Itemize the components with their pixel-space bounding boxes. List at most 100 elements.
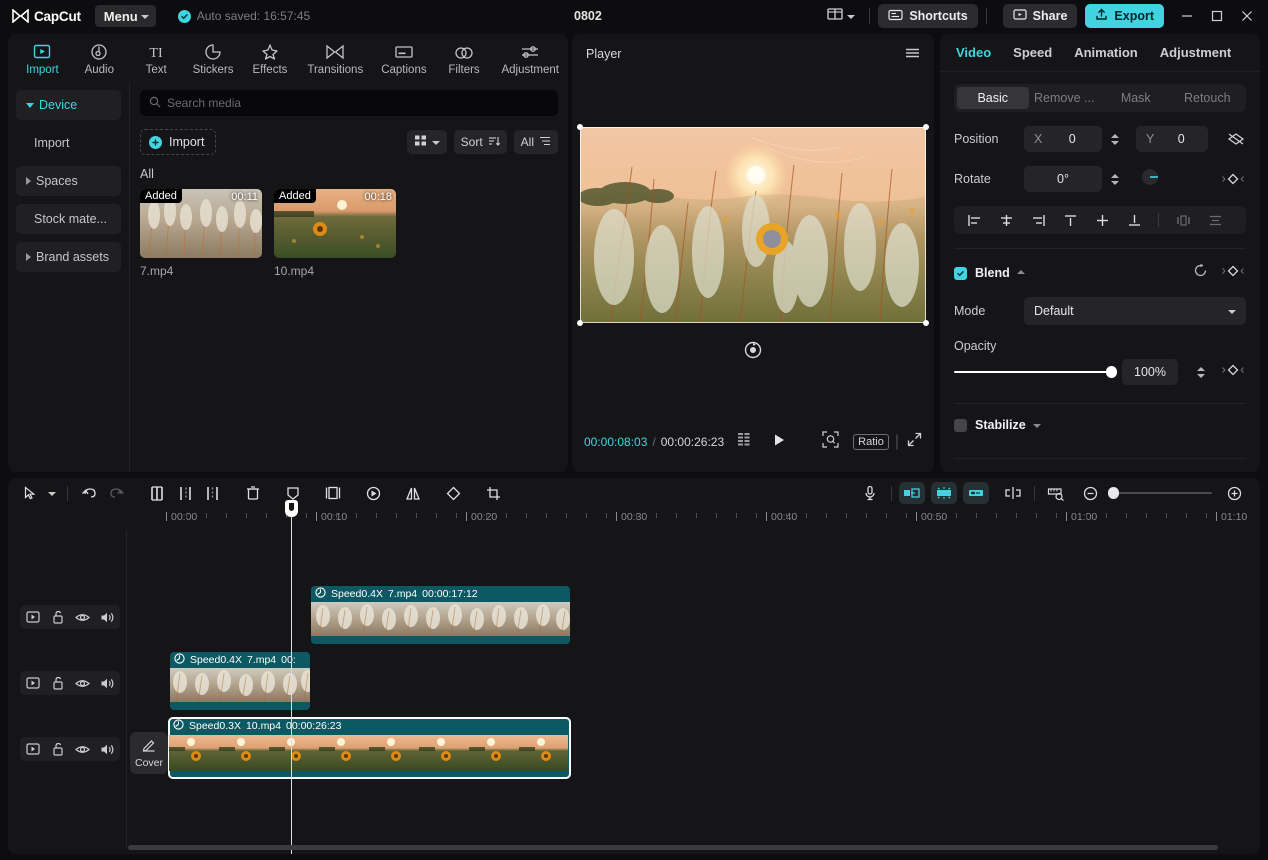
menu-button[interactable]: Menu (94, 5, 156, 27)
tab-audio[interactable]: Audio (71, 35, 128, 81)
track-thumb-icon[interactable] (24, 608, 42, 626)
sort-button[interactable]: Sort (453, 130, 507, 154)
blend-keyframe-button[interactable] (1220, 264, 1246, 283)
position-x-input[interactable]: X 0 (1024, 126, 1102, 152)
zoom-fit-icon[interactable] (822, 431, 839, 453)
reset-icon[interactable] (1193, 263, 1208, 283)
lock-icon[interactable] (49, 608, 67, 626)
chevron-down-icon[interactable] (1032, 424, 1041, 428)
video-preview[interactable] (577, 124, 929, 326)
measure-icon[interactable] (1042, 481, 1070, 505)
segment-mask[interactable]: Mask (1100, 87, 1172, 109)
zoom-out-icon[interactable] (1076, 481, 1104, 505)
align-top-icon[interactable] (1056, 209, 1084, 231)
zoom-in-icon[interactable] (1220, 481, 1248, 505)
ratio-button[interactable]: Ratio (853, 434, 889, 450)
search-input[interactable]: Search media (140, 90, 558, 116)
sidebar-item-import[interactable]: Import (16, 128, 121, 158)
tab-filters[interactable]: Filters (436, 35, 493, 81)
tab-adjustment[interactable]: Adjustment (1160, 45, 1232, 60)
select-tool-icon[interactable] (16, 481, 44, 505)
lock-icon[interactable] (49, 740, 67, 758)
volume-icon[interactable] (99, 608, 117, 626)
split-icon[interactable] (143, 481, 171, 505)
eye-icon[interactable] (74, 608, 92, 626)
crop-icon[interactable] (479, 481, 507, 505)
view-mode-button[interactable] (406, 130, 447, 154)
opacity-stepper[interactable] (1192, 359, 1210, 385)
playhead[interactable] (285, 500, 298, 854)
opacity-value[interactable]: 100% (1122, 359, 1178, 385)
resize-handle-br[interactable] (923, 320, 929, 326)
blend-mode-select[interactable]: Default (1024, 297, 1246, 325)
position-x-stepper[interactable] (1106, 126, 1124, 152)
opacity-slider[interactable] (954, 366, 1117, 378)
volume-icon[interactable] (99, 740, 117, 758)
align-right-icon[interactable] (1024, 209, 1052, 231)
media-item[interactable]: Added 00:11 7.mp4 (140, 189, 262, 278)
cover-button[interactable]: Cover (130, 732, 168, 774)
rotate-keyframe-button[interactable] (1220, 172, 1246, 186)
mic-icon[interactable] (856, 481, 884, 505)
redo-icon[interactable] (103, 481, 131, 505)
timeline-clip-2[interactable]: Speed0.4X 7.mp4 00: (170, 652, 310, 710)
timeline-clip-3[interactable]: Speed0.3X 10.mp4 00:00:26:23 (168, 717, 571, 779)
stabilize-checkbox[interactable] (954, 418, 967, 432)
sidebar-item-stock-material[interactable]: Stock mate... (16, 204, 121, 234)
resize-handle-tr[interactable] (923, 124, 929, 130)
layout-button[interactable] (821, 3, 861, 30)
tool-dropdown-icon[interactable] (44, 481, 60, 505)
tab-speed[interactable]: Speed (1013, 45, 1052, 60)
keyframe-icon[interactable] (931, 482, 957, 504)
rotate-icon[interactable] (439, 481, 467, 505)
timeline-clip-1[interactable]: Speed0.4X 7.mp4 00:00:17:12 (311, 586, 570, 644)
tab-import[interactable]: Import (14, 35, 71, 81)
track-thumb-icon[interactable] (24, 674, 42, 692)
align-middle-vertical-icon[interactable] (1088, 209, 1116, 231)
opacity-keyframe-button[interactable] (1220, 363, 1246, 382)
timeline-zoom-knob[interactable] (1108, 487, 1119, 499)
tab-animation[interactable]: Animation (1074, 45, 1138, 60)
align-bottom-icon[interactable] (1120, 209, 1148, 231)
distribute-vertical-icon[interactable] (1201, 209, 1229, 231)
sidebar-item-brand-assets[interactable]: Brand assets (16, 242, 121, 272)
timeline-ruler[interactable]: 00:00 00:10 00:20 00:30 00:40 00:50 01:0… (8, 508, 1260, 530)
share-button[interactable]: Share (1002, 4, 1078, 28)
close-button[interactable] (1232, 0, 1262, 32)
align-center-horizontal-icon[interactable] (992, 209, 1020, 231)
fullscreen-icon[interactable] (907, 432, 922, 452)
trim-right-icon[interactable] (199, 481, 227, 505)
track-thumb-icon[interactable] (24, 740, 42, 758)
playhead-handle[interactable] (285, 500, 298, 517)
mirror-icon[interactable] (399, 481, 427, 505)
tab-transitions[interactable]: Transitions (298, 35, 372, 81)
resize-handle-bl[interactable] (577, 320, 583, 326)
timeline-zoom-slider[interactable] (1108, 487, 1212, 499)
tab-effects[interactable]: Effects (242, 35, 299, 81)
reverse-icon[interactable] (359, 481, 387, 505)
chevron-up-icon[interactable] (1016, 270, 1025, 274)
rotate-dial[interactable] (1140, 167, 1160, 192)
delete-icon[interactable] (239, 481, 267, 505)
sidebar-item-device[interactable]: Device (16, 90, 121, 120)
timeline-horizontal-scrollbar[interactable] (128, 845, 1218, 850)
crop-frame-icon[interactable] (319, 481, 347, 505)
fade-in-icon[interactable] (899, 482, 925, 504)
tab-text[interactable]: TI Text (128, 35, 185, 81)
tab-video[interactable]: Video (956, 45, 991, 60)
eye-icon[interactable] (74, 674, 92, 692)
import-media-button[interactable]: Import (140, 129, 217, 155)
align-left-icon[interactable] (960, 209, 988, 231)
distribute-horizontal-icon[interactable] (1169, 209, 1197, 231)
export-button[interactable]: Export (1085, 4, 1164, 28)
sidebar-item-spaces[interactable]: Spaces (16, 166, 121, 196)
position-y-input[interactable]: Y 0 (1136, 126, 1208, 152)
split-marker-icon[interactable] (999, 481, 1027, 505)
tab-captions[interactable]: Captions (372, 35, 435, 81)
media-item[interactable]: Added 00:18 10.mp4 (274, 189, 396, 278)
segment-basic[interactable]: Basic (957, 87, 1029, 109)
segment-remove-background[interactable]: Remove ... (1029, 87, 1101, 109)
blend-checkbox[interactable] (954, 266, 967, 280)
filter-button[interactable]: All (513, 130, 558, 154)
segment-retouch[interactable]: Retouch (1172, 87, 1244, 109)
